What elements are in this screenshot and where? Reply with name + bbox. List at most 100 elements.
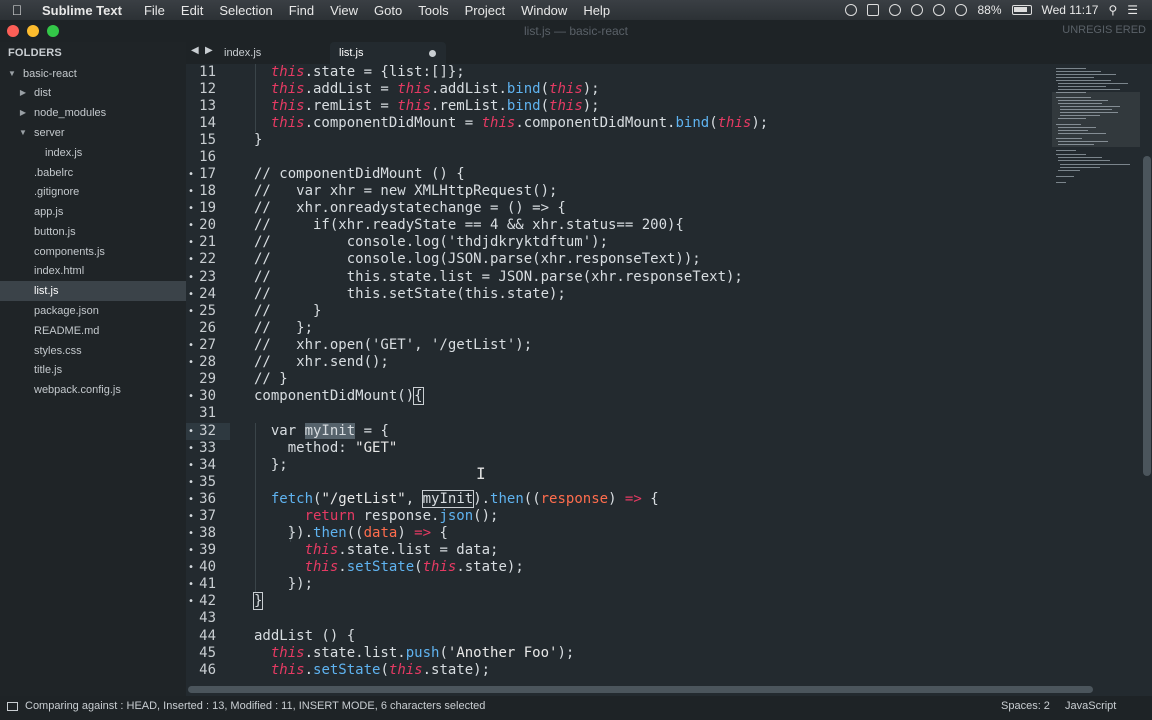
code-line: method: "GET" bbox=[254, 440, 398, 456]
menu-view[interactable]: View bbox=[330, 3, 358, 18]
file-styles-css[interactable]: styles.css bbox=[0, 341, 186, 361]
tab-prev-icon[interactable]: ◀ bbox=[191, 45, 199, 56]
folder-node-modules[interactable]: ▶ node_modules bbox=[0, 103, 186, 123]
tree-item-label: package.json bbox=[34, 305, 99, 317]
tab-next-icon[interactable]: ▶ bbox=[205, 45, 213, 56]
battery-percent[interactable]: 88% bbox=[977, 3, 1001, 17]
line-number: 28 bbox=[186, 354, 216, 371]
file-app-js[interactable]: app.js bbox=[0, 202, 186, 222]
tab-bar: ◀ ▶ index.js list.js bbox=[186, 42, 1152, 64]
menu-file[interactable]: File bbox=[144, 3, 165, 18]
tab-label: index.js bbox=[224, 47, 262, 59]
line-number: 20 bbox=[186, 217, 216, 234]
menu-find[interactable]: Find bbox=[289, 3, 314, 18]
panel-toggle-icon[interactable] bbox=[7, 702, 18, 711]
app-name-menu[interactable]: Sublime Text bbox=[34, 3, 122, 18]
menubar:  Sublime Text File Edit Selection Find … bbox=[0, 0, 1152, 20]
license-status: UNREGIS ERED bbox=[1062, 24, 1146, 36]
file-components-js[interactable]: components.js bbox=[0, 242, 186, 262]
sidebar: FOLDERS ▼ basic-react ▶ dist ▶ node_modu… bbox=[0, 42, 186, 696]
code-line: addList () { bbox=[254, 628, 356, 644]
notification-center-icon[interactable]: ☰ bbox=[1127, 3, 1138, 17]
unsaved-dot-icon[interactable] bbox=[429, 50, 436, 57]
apple-icon[interactable]:  bbox=[0, 2, 34, 18]
file-button-js[interactable]: button.js bbox=[0, 222, 186, 242]
menu-goto[interactable]: Goto bbox=[374, 3, 402, 18]
vertical-scrollbar[interactable] bbox=[1141, 64, 1152, 684]
file-readme-md[interactable]: README.md bbox=[0, 321, 186, 341]
spotlight-search-icon[interactable]: ⚲ bbox=[1108, 3, 1117, 17]
tab-list-js[interactable]: list.js bbox=[330, 42, 446, 64]
line-number: 40 bbox=[186, 559, 216, 576]
timer-icon[interactable] bbox=[911, 4, 924, 16]
line-number-gutter: 11 12 13 14 15 16 17 18 19 20 21 22 23 2… bbox=[186, 64, 230, 684]
indentation-setting[interactable]: Spaces: 2 bbox=[1001, 696, 1050, 716]
folder-server[interactable]: ▼ server bbox=[0, 123, 186, 143]
syntax-selector[interactable]: JavaScript (Babel) bbox=[1065, 696, 1152, 720]
file-gitignore[interactable]: .gitignore bbox=[0, 182, 186, 202]
code-line: }; bbox=[254, 457, 288, 473]
file-title-js[interactable]: title.js bbox=[0, 360, 186, 380]
code-editor[interactable]: 11 12 13 14 15 16 17 18 19 20 21 22 23 2… bbox=[186, 64, 1152, 684]
line-number: 21 bbox=[186, 234, 216, 251]
tab-index-js[interactable]: index.js bbox=[220, 42, 330, 64]
folder-basic-react[interactable]: ▼ basic-react bbox=[0, 64, 186, 84]
battery-icon[interactable] bbox=[1011, 5, 1032, 15]
file-package-json[interactable]: package.json bbox=[0, 301, 186, 321]
code-line: // xhr.open('GET', '/getList'); bbox=[254, 337, 533, 353]
tree-item-label: styles.css bbox=[34, 345, 82, 357]
tree-item-label: components.js bbox=[34, 246, 105, 258]
tree-item-label: .gitignore bbox=[34, 186, 80, 198]
file-list-js[interactable]: list.js bbox=[0, 281, 186, 301]
code-line: } bbox=[254, 132, 263, 148]
code-line: // xhr.onreadystatechange = () => { bbox=[254, 200, 566, 216]
horizontal-scrollbar-thumb[interactable] bbox=[188, 686, 1093, 693]
menu-edit[interactable]: Edit bbox=[181, 3, 203, 18]
code-line: this.state.list = data; bbox=[304, 542, 499, 558]
expanded-arrow-icon[interactable]: ▼ bbox=[7, 64, 17, 84]
line-number: 46 bbox=[199, 662, 216, 678]
line-number: 38 bbox=[186, 525, 216, 542]
collapsed-arrow-icon[interactable]: ▶ bbox=[18, 103, 28, 123]
line-number: 14 bbox=[199, 115, 216, 131]
sync-icon[interactable] bbox=[889, 4, 902, 16]
line-number: 25 bbox=[186, 303, 216, 320]
line-number: 34 bbox=[186, 457, 216, 474]
line-number: 41 bbox=[186, 576, 216, 593]
menu-selection[interactable]: Selection bbox=[219, 3, 272, 18]
minimap-viewport[interactable] bbox=[1052, 92, 1140, 147]
code-line: // } bbox=[254, 371, 288, 387]
record-icon[interactable] bbox=[845, 4, 858, 16]
clock[interactable]: Wed 11:17 bbox=[1042, 3, 1099, 17]
line-number: 39 bbox=[186, 542, 216, 559]
menu-window[interactable]: Window bbox=[521, 3, 567, 18]
file-webpack-config-js[interactable]: webpack.config.js bbox=[0, 380, 186, 400]
file-server-index-js[interactable]: index.js bbox=[0, 143, 186, 163]
file-babelrc[interactable]: .babelrc bbox=[0, 163, 186, 183]
code-line: this.setState(this.state); bbox=[270, 662, 491, 678]
code-line: // componentDidMount () { bbox=[254, 166, 465, 182]
code-line: }).then((data) => { bbox=[254, 525, 448, 541]
menu-help[interactable]: Help bbox=[583, 3, 610, 18]
collapsed-arrow-icon[interactable]: ▶ bbox=[18, 83, 28, 103]
menu-project[interactable]: Project bbox=[465, 3, 505, 18]
window-title: list.js — basic-react bbox=[523, 24, 629, 38]
line-number: 44 bbox=[199, 628, 216, 644]
line-number: 36 bbox=[186, 491, 216, 508]
cloud-icon[interactable] bbox=[933, 4, 946, 16]
line-number: 31 bbox=[199, 405, 216, 421]
folder-dist[interactable]: ▶ dist bbox=[0, 83, 186, 103]
vertical-scrollbar-thumb[interactable] bbox=[1143, 156, 1151, 476]
wifi-icon[interactable] bbox=[955, 4, 968, 16]
code-line: // } bbox=[254, 303, 322, 319]
evernote-icon[interactable] bbox=[867, 4, 880, 16]
status-message: Comparing against : HEAD, Inserted : 13,… bbox=[25, 700, 486, 712]
menu-tools[interactable]: Tools bbox=[418, 3, 448, 18]
line-number: 18 bbox=[186, 183, 216, 200]
code-line: } bbox=[252, 592, 264, 610]
file-index-html[interactable]: index.html bbox=[0, 261, 186, 281]
current-line-number: 32 bbox=[186, 423, 216, 440]
horizontal-scrollbar[interactable] bbox=[186, 684, 1152, 696]
code-line: this.componentDidMount = this.componentD… bbox=[270, 115, 769, 131]
expanded-arrow-icon[interactable]: ▼ bbox=[18, 123, 28, 143]
